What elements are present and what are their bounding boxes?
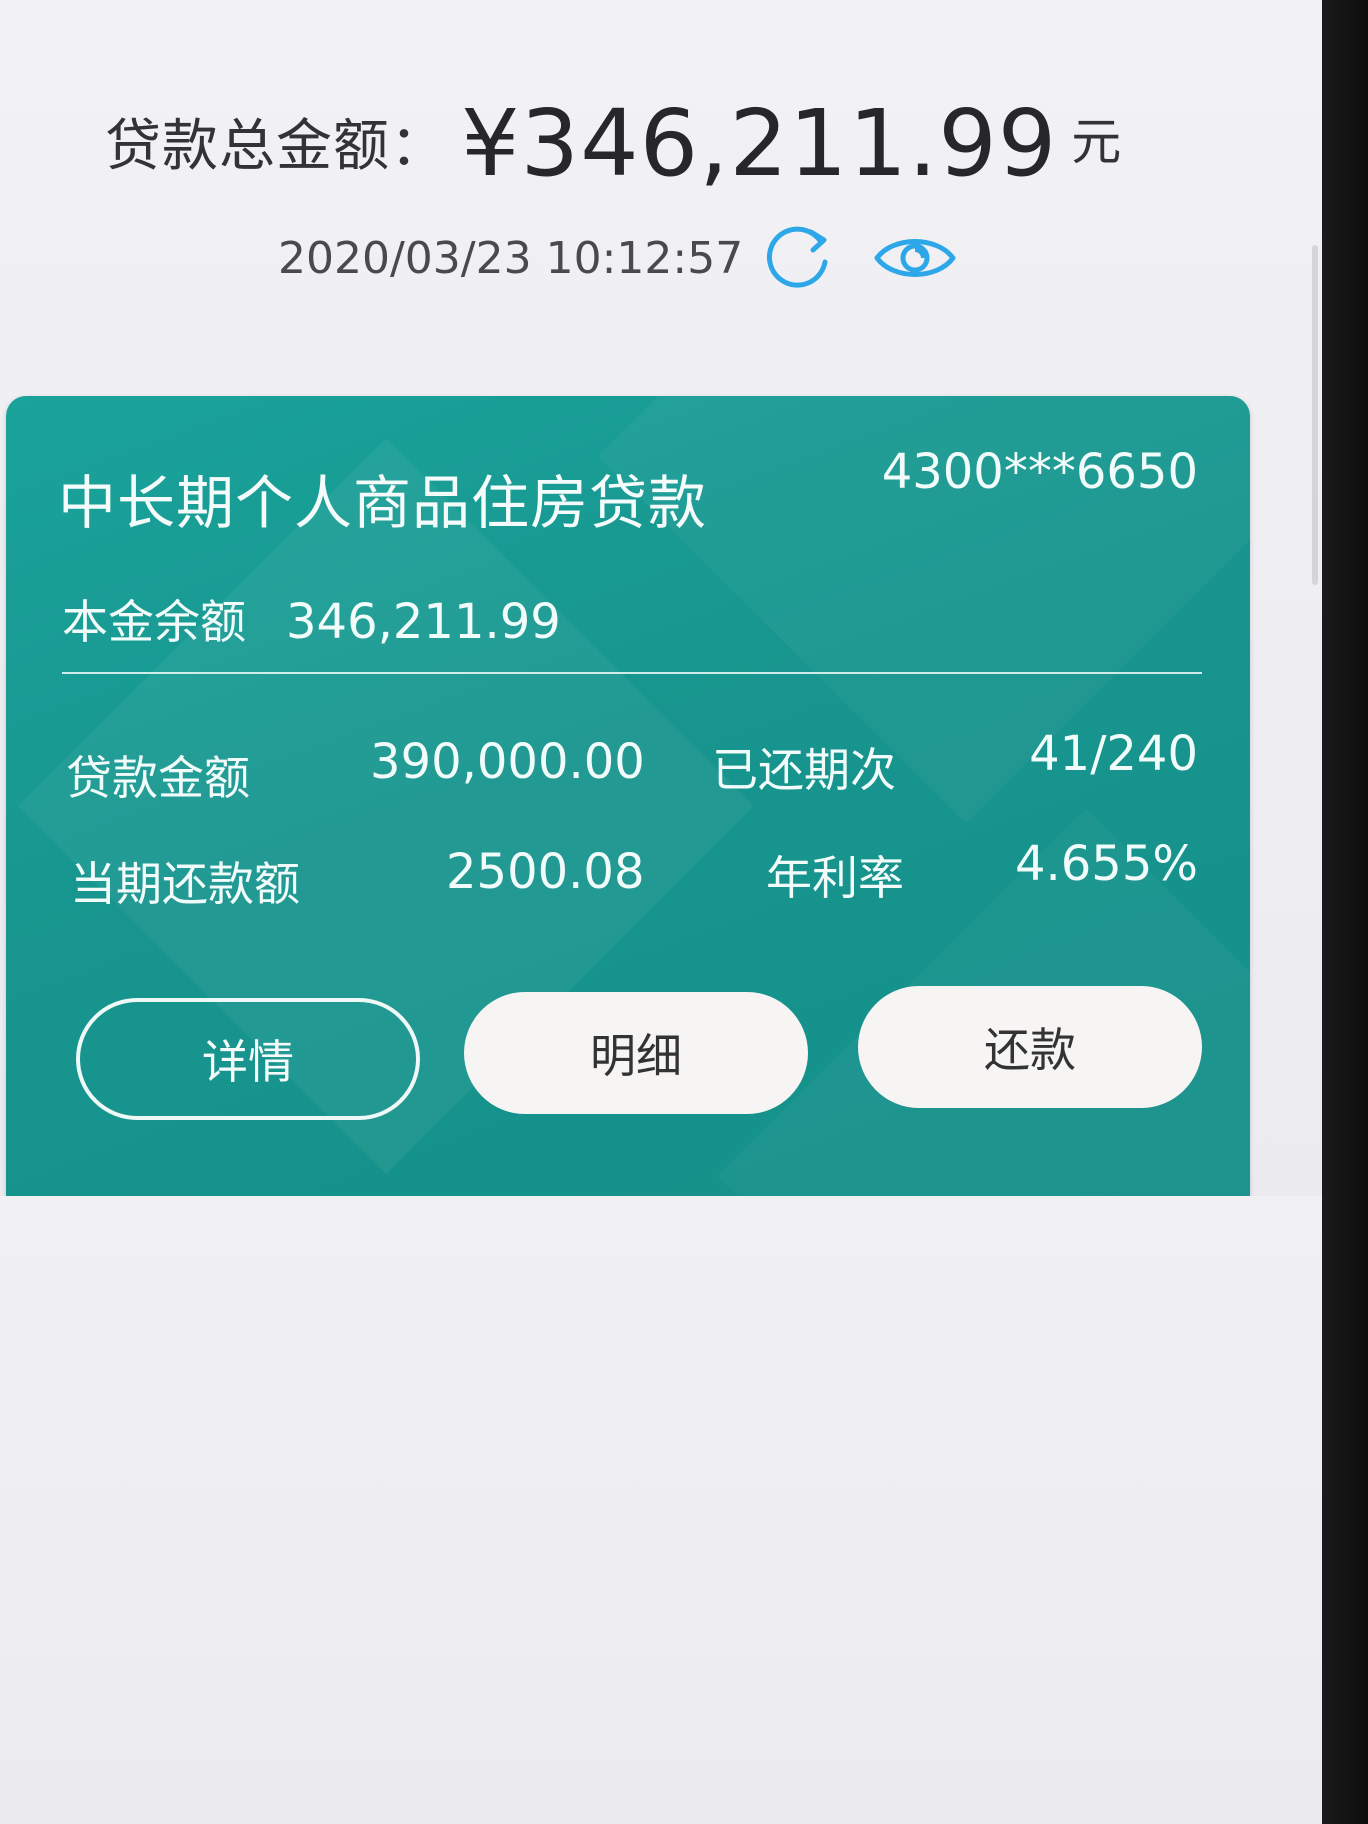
update-time-row: 2020/03/23 10:12:57 <box>278 218 959 298</box>
annual-rate-label: 年利率 <box>766 851 904 905</box>
scroll-indicator <box>1312 245 1318 585</box>
loan-card: 中长期个人商品住房贷款 4300***6650 本金余额 346,211.99 … <box>6 396 1250 1196</box>
annual-rate-value: 4.655% <box>1014 836 1198 892</box>
paid-periods-label: 已还期次 <box>712 743 896 797</box>
loan-total-summary: 贷款总金额： ¥346,211.99 元 <box>105 80 1205 190</box>
current-payment-value: 2500.08 <box>446 844 645 900</box>
card-divider <box>62 672 1202 674</box>
update-timestamp: 2020/03/23 10:12:57 <box>278 232 744 284</box>
loan-amount-label: 贷款金额 <box>66 751 250 805</box>
loan-total-unit: 元 <box>1071 113 1122 171</box>
card-actions: 详情 明细 还款 <box>76 986 1216 1126</box>
principal-balance-value: 346,211.99 <box>286 594 561 650</box>
current-payment-label: 当期还款额 <box>70 857 300 911</box>
principal-balance-row: 本金余额 346,211.99 <box>62 586 561 652</box>
loan-amount-value: 390,000.00 <box>370 734 645 790</box>
principal-balance-label: 本金余额 <box>62 595 246 649</box>
loan-total-label: 贷款总金额： <box>105 114 447 179</box>
loan-account-number: 4300***6650 <box>881 444 1198 500</box>
refresh-icon[interactable] <box>761 220 837 296</box>
loan-product-title: 中长期个人商品住房贷款 <box>58 469 708 537</box>
repay-button[interactable]: 还款 <box>858 986 1202 1108</box>
detail-button[interactable]: 详情 <box>76 998 420 1120</box>
paid-periods-value: 41/240 <box>1029 726 1198 782</box>
empty-content-area <box>0 1196 1322 1824</box>
app-screen: 贷款总金额： ¥346,211.99 元 2020/03/23 10:12:57… <box>0 0 1322 1824</box>
statement-button[interactable]: 明细 <box>464 992 808 1114</box>
eye-icon[interactable] <box>871 228 959 288</box>
device-bezel <box>1322 0 1368 1824</box>
loan-total-amount: ¥346,211.99 <box>461 90 1058 197</box>
